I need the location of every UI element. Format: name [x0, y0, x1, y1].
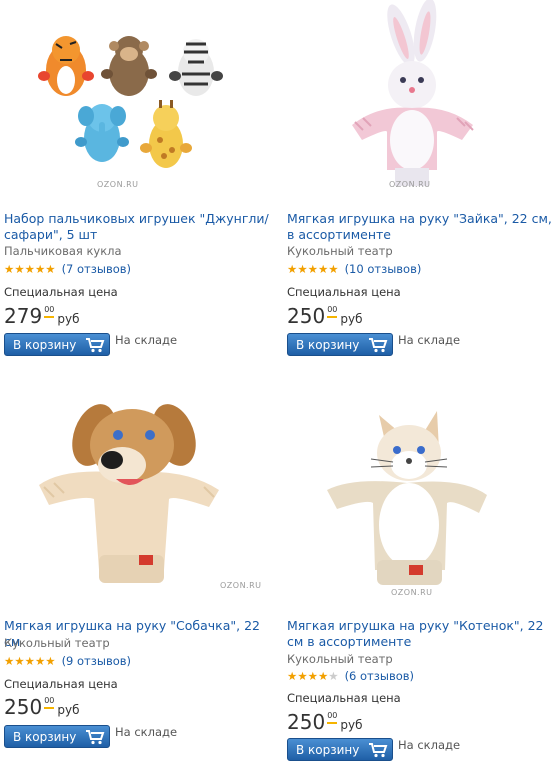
price-kopecks: 00 [327, 305, 338, 318]
product-image[interactable]: OZON.RU [4, 395, 274, 595]
product-category: Кукольный театр [287, 652, 393, 666]
reviews-link[interactable]: (10 отзывов) [345, 262, 422, 276]
star-icon: ★ [45, 654, 56, 668]
price-currency: руб [340, 718, 363, 732]
star-icon: ★ [297, 262, 308, 276]
add-to-cart-label: В корзину [296, 742, 360, 757]
price-kopecks: 00 [44, 696, 55, 709]
product-title[interactable]: Мягкая игрушка на руку "Котенок", 22 см … [287, 618, 553, 650]
product-image[interactable]: OZON.RU [287, 0, 555, 200]
star-icon: ★ [45, 262, 56, 276]
star-icon: ★ [34, 654, 46, 668]
stock-status: На складе [115, 725, 178, 739]
shopping-cart-icon [86, 337, 105, 352]
product-card-jungle-set: OZON.RU Набор пальчиковых игрушек "Джунг… [4, 0, 274, 356]
star-icon: ★ [287, 669, 298, 683]
star-icon: ★ [14, 262, 25, 276]
star-icon: ★ [4, 654, 15, 668]
star-icon: ★ [287, 262, 298, 276]
price: 279 00 руб [4, 305, 80, 327]
star-icon: ★ [328, 669, 339, 683]
product-rating: ★ ★ ★ ★ ★ (10 отзывов) [287, 262, 421, 276]
star-icon: ★ [317, 669, 329, 683]
product-rating: ★ ★ ★ ★ ★ (7 отзывов) [4, 262, 131, 276]
add-to-cart-button[interactable]: В корзину [287, 333, 393, 356]
star-icon: ★ [307, 669, 318, 683]
special-price-label: Специальная цена [4, 677, 118, 691]
price: 250 00 руб [4, 696, 80, 718]
add-to-cart-button[interactable]: В корзину [287, 738, 393, 761]
shopping-cart-icon [369, 742, 388, 757]
star-icon: ★ [24, 654, 35, 668]
star-icon: ★ [297, 669, 308, 683]
watermark: OZON.RU [97, 180, 139, 189]
star-icon: ★ [328, 262, 339, 276]
product-title[interactable]: Набор пальчиковых игрушек "Джунгли/сафар… [4, 211, 270, 243]
product-image[interactable]: OZON.RU [4, 0, 274, 200]
star-icon: ★ [307, 262, 318, 276]
price-rubles: 279 [4, 304, 43, 328]
watermark: OZON.RU [389, 180, 431, 189]
price-currency: руб [57, 703, 80, 717]
product-card-bunny: OZON.RU Мягкая игрушка на руку "Зайка", … [287, 0, 555, 356]
watermark: OZON.RU [391, 588, 433, 597]
rating-stars: ★ ★ ★ ★ ★ [287, 263, 339, 275]
stock-status: На складе [115, 333, 178, 347]
rating-stars: ★ ★ ★ ★ ★ [287, 670, 339, 682]
special-price-label: Специальная цена [287, 285, 401, 299]
stock-status: На складе [398, 738, 461, 752]
price-rubles: 250 [287, 710, 326, 734]
add-to-cart-label: В корзину [13, 337, 77, 352]
reviews-link[interactable]: (9 отзывов) [62, 654, 131, 668]
reviews-link[interactable]: (6 отзывов) [345, 669, 414, 683]
shopping-cart-icon [86, 729, 105, 744]
shopping-cart-icon [369, 337, 388, 352]
special-price-label: Специальная цена [4, 285, 118, 299]
price: 250 00 руб [287, 305, 363, 327]
product-rating: ★ ★ ★ ★ ★ (9 отзывов) [4, 654, 131, 668]
star-icon: ★ [317, 262, 329, 276]
add-to-cart-button[interactable]: В корзину [4, 725, 110, 748]
add-to-cart-label: В корзину [296, 337, 360, 352]
price-kopecks: 00 [327, 711, 338, 724]
price-kopecks: 00 [44, 305, 55, 318]
price-rubles: 250 [4, 695, 43, 719]
product-rating: ★ ★ ★ ★ ★ (6 отзывов) [287, 669, 414, 683]
reviews-link[interactable]: (7 отзывов) [62, 262, 131, 276]
star-icon: ★ [24, 262, 35, 276]
product-card-kitten: OZON.RU Мягкая игрушка на руку "Котенок"… [287, 395, 555, 761]
product-category: Пальчиковая кукла [4, 244, 122, 258]
star-icon: ★ [4, 262, 15, 276]
add-to-cart-button[interactable]: В корзину [4, 333, 110, 356]
product-category: Кукольный театр [287, 244, 393, 258]
star-icon: ★ [34, 262, 46, 276]
rating-stars: ★ ★ ★ ★ ★ [4, 263, 56, 275]
price-rubles: 250 [287, 304, 326, 328]
special-price-label: Специальная цена [287, 691, 401, 705]
star-icon: ★ [14, 654, 25, 668]
add-to-cart-label: В корзину [13, 729, 77, 744]
product-category: Кукольный театр [4, 636, 110, 650]
stock-status: На складе [398, 333, 461, 347]
product-card-puppy: OZON.RU Мягкая игрушка на руку "Собачка"… [4, 395, 274, 748]
watermark: OZON.RU [220, 581, 262, 590]
price-currency: руб [57, 312, 80, 326]
product-image[interactable]: OZON.RU [287, 395, 555, 597]
rating-stars: ★ ★ ★ ★ ★ [4, 655, 56, 667]
price-currency: руб [340, 312, 363, 326]
price: 250 00 руб [287, 711, 363, 733]
product-title[interactable]: Мягкая игрушка на руку "Зайка", 22 см, в… [287, 211, 553, 243]
